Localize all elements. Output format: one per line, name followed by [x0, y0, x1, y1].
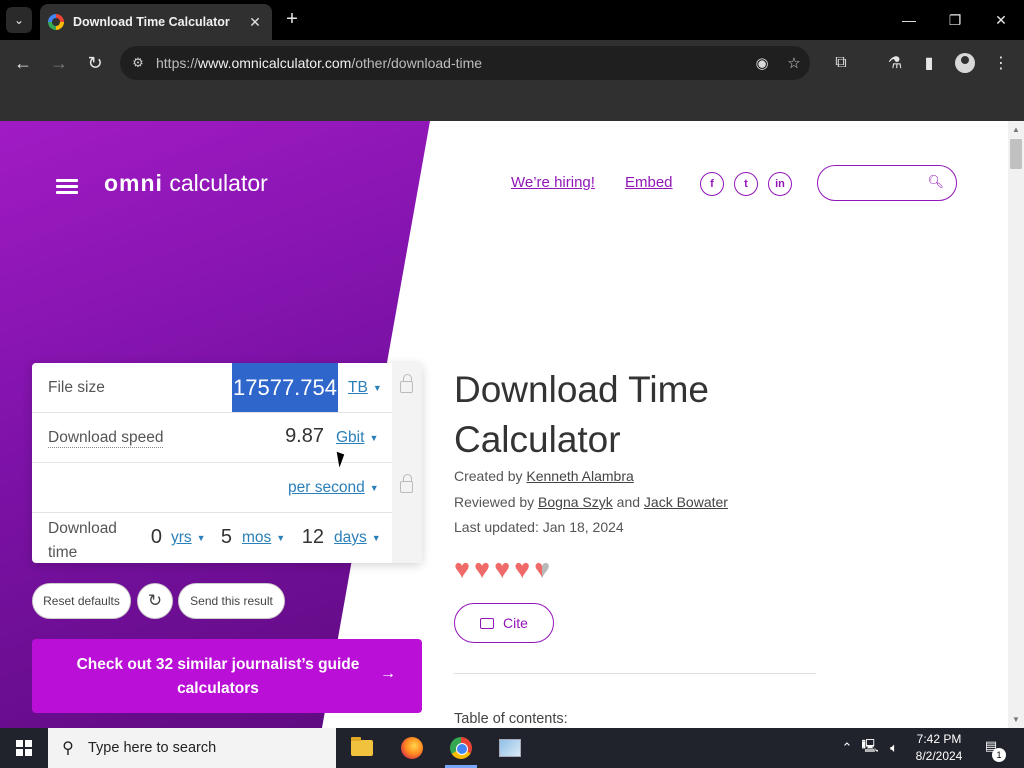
created-by: Created by Kenneth Alambra	[454, 468, 634, 484]
file-size-row: File size 17577.754 TB ▼	[32, 363, 392, 413]
linkedin-icon[interactable]: in	[768, 172, 792, 196]
lock-icon[interactable]	[400, 474, 413, 493]
years-value[interactable]: 0	[150, 526, 162, 549]
send-result-button[interactable]: Send this result	[178, 583, 285, 619]
heart-icon[interactable]: ♥	[494, 555, 510, 583]
download-speed-input[interactable]: 9.87	[285, 425, 324, 448]
per-second-row: per second ▼	[32, 463, 392, 513]
calculator-card: File size 17577.754 TB ▼ Download speed 9…	[32, 363, 422, 563]
reviewed-by: Reviewed by Bogna Szyk and Jack Bowater	[454, 494, 728, 510]
show-hidden-icons-icon[interactable]: ⌃	[838, 728, 856, 768]
heart-icon[interactable]: ♥	[454, 555, 470, 583]
table-of-contents-heading: Table of contents:	[454, 711, 568, 727]
comment-icon	[480, 617, 495, 629]
extensions-icon[interactable]: ⧉	[826, 48, 856, 78]
start-button[interactable]	[0, 728, 48, 768]
reviewer-link[interactable]: Jack Bowater	[644, 494, 728, 510]
forward-arrow-icon[interactable]: →	[44, 48, 74, 78]
menu-kebab-icon[interactable]: ⋮	[986, 48, 1016, 78]
eye-off-icon[interactable]: ◉	[746, 54, 778, 72]
days-value[interactable]: 12	[300, 526, 324, 549]
heart-icon[interactable]: ♥	[514, 555, 530, 583]
omni-favicon-icon	[48, 14, 64, 30]
notification-count-badge: 1	[992, 748, 1006, 762]
similar-calculators-button[interactable]: Check out 32 similar journalist’s guide …	[32, 639, 422, 713]
taskbar-clock[interactable]: 7:42 PM 8/2/2024	[904, 731, 974, 765]
speaker-muted-icon[interactable]: 🔈︎	[884, 728, 904, 768]
network-icon[interactable]: 🖳︎	[860, 728, 880, 768]
tab-search-icon[interactable]: ⌄	[6, 7, 32, 33]
cite-button[interactable]: Cite	[454, 603, 554, 643]
site-search-input[interactable]: 🔍︎	[817, 165, 957, 201]
lock-icon[interactable]	[400, 374, 413, 393]
scrollbar-thumb[interactable]	[1010, 139, 1022, 169]
heart-icon[interactable]: ♥	[474, 555, 490, 583]
firefox-icon[interactable]	[388, 728, 436, 768]
profile-avatar-icon[interactable]	[950, 48, 980, 78]
file-size-label: File size	[48, 379, 105, 396]
tab-close-icon[interactable]: ✕	[246, 14, 264, 31]
maximize-button[interactable]: ❐	[932, 0, 978, 40]
divider	[454, 673, 816, 674]
embed-link[interactable]: Embed	[625, 174, 673, 191]
page-title: Download Time Calculator	[454, 369, 710, 460]
download-time-label: Download time	[48, 520, 117, 561]
lock-rail	[392, 363, 422, 563]
tab-title: Download Time Calculator	[73, 15, 230, 29]
browser-tab-strip: ⌄ Download Time Calculator ✕ + — ❐ ✕	[0, 0, 1024, 40]
page-content: omni calculator We’re hiring! Embed f t …	[0, 121, 1008, 728]
bookmark-bar	[0, 86, 1024, 121]
cta-label: Check out 32 similar journalist’s guide …	[76, 656, 360, 697]
side-panel-icon[interactable]: ▮	[914, 48, 944, 78]
twitter-icon[interactable]: t	[734, 172, 758, 196]
hamburger-menu-icon[interactable]	[56, 179, 78, 194]
facebook-icon[interactable]: f	[700, 172, 724, 196]
file-explorer-icon[interactable]	[338, 728, 386, 768]
browser-toolbar: ← → ↻ ⚙ https://www.omnicalculator.com/o…	[0, 40, 1024, 86]
star-icon[interactable]: ☆	[778, 54, 810, 72]
arrow-right-icon: →	[380, 665, 396, 682]
paint-app-icon[interactable]	[486, 728, 534, 768]
years-unit-select[interactable]: yrs ▼	[171, 529, 206, 547]
hiring-link[interactable]: We’re hiring!	[511, 174, 595, 191]
last-updated: Last updated: Jan 18, 2024	[454, 519, 624, 535]
minimize-button[interactable]: —	[886, 0, 932, 40]
search-icon[interactable]: 🔍︎	[927, 174, 944, 190]
site-info-icon[interactable]: ⚙	[120, 55, 156, 71]
time-unit-select[interactable]: per second ▼	[288, 479, 379, 497]
file-size-input[interactable]: 17577.754	[232, 363, 338, 412]
windows-logo-icon	[16, 740, 32, 756]
windows-taskbar: ⚲ Type here to search ⌃ 🖳︎ 🔈︎ 7:42 PM 8/2/…	[0, 728, 1024, 768]
search-icon: ⚲	[62, 740, 74, 757]
back-arrow-icon[interactable]: ←	[8, 48, 38, 78]
taskbar-search-input[interactable]: ⚲ Type here to search	[48, 728, 336, 768]
months-value[interactable]: 5	[220, 526, 232, 549]
download-speed-unit-select[interactable]: Gbit ▼	[336, 429, 378, 447]
days-unit-select[interactable]: days ▼	[334, 529, 381, 547]
labs-flask-icon[interactable]: ⚗	[880, 48, 910, 78]
file-size-unit-select[interactable]: TB ▼	[348, 379, 382, 397]
page-scrollbar[interactable]: ▲ ▼	[1008, 121, 1024, 728]
download-time-row: Download time 0 yrs ▼ 5 mos ▼ 12 days ▼	[32, 513, 392, 563]
chrome-icon[interactable]	[437, 728, 485, 768]
reset-defaults-button[interactable]: Reset defaults	[32, 583, 131, 619]
reload-calculator-icon[interactable]: ↻	[137, 583, 173, 619]
url-text[interactable]: https://www.omnicalculator.com/other/dow…	[156, 55, 746, 71]
months-unit-select[interactable]: mos ▼	[242, 529, 285, 547]
omni-logo[interactable]: omni calculator	[104, 170, 268, 197]
scroll-down-icon[interactable]: ▼	[1012, 715, 1020, 724]
rating-hearts[interactable]: ♥ ♥ ♥ ♥ ♥	[454, 555, 554, 583]
half-heart-icon[interactable]: ♥	[534, 555, 550, 583]
browser-tab[interactable]: Download Time Calculator ✕	[40, 4, 272, 40]
reload-icon[interactable]: ↻	[80, 48, 110, 78]
address-bar[interactable]: ⚙ https://www.omnicalculator.com/other/d…	[120, 46, 810, 80]
author-link[interactable]: Kenneth Alambra	[526, 468, 633, 484]
close-window-button[interactable]: ✕	[978, 0, 1024, 40]
notification-icon[interactable]: ▤ 1	[980, 738, 1006, 762]
new-tab-button[interactable]: +	[282, 8, 302, 30]
scroll-up-icon[interactable]: ▲	[1012, 125, 1020, 134]
reviewer-link[interactable]: Bogna Szyk	[538, 494, 613, 510]
download-speed-label: Download speed	[48, 429, 164, 448]
